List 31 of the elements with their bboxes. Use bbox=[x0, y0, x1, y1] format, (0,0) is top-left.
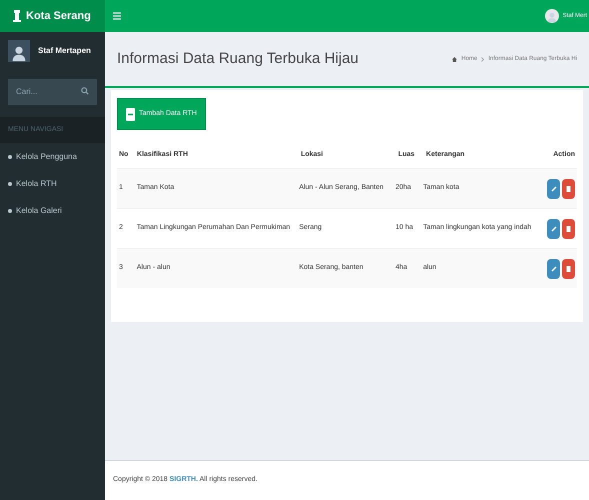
pencil-icon bbox=[550, 266, 556, 272]
delete-button[interactable] bbox=[562, 218, 575, 238]
edit-button[interactable] bbox=[547, 178, 560, 198]
trash-icon bbox=[566, 265, 571, 272]
bullet-icon bbox=[8, 154, 12, 158]
chevron-icon bbox=[481, 56, 484, 62]
search-icon[interactable] bbox=[81, 87, 89, 95]
delete-button[interactable] bbox=[562, 178, 575, 198]
bullet-icon bbox=[8, 182, 12, 186]
brand-name[interactable]: Kota Serang bbox=[26, 8, 91, 24]
home-icon bbox=[452, 56, 458, 62]
document-icon bbox=[126, 108, 135, 120]
building-icon bbox=[12, 10, 22, 22]
menu-item[interactable]: Kelola Pengguna bbox=[0, 143, 105, 170]
user-name: Staf Mertapen bbox=[38, 45, 91, 57]
pencil-icon bbox=[550, 226, 556, 232]
menu-item[interactable]: Kelola Galeri bbox=[0, 197, 105, 224]
menu-icon[interactable] bbox=[113, 12, 121, 20]
user-icon bbox=[546, 11, 558, 23]
trash-icon bbox=[566, 185, 571, 192]
menu-item[interactable]: Kelola RTH bbox=[0, 170, 105, 197]
user-icon bbox=[10, 44, 28, 62]
top-avatar[interactable] bbox=[544, 9, 559, 23]
bullet-icon bbox=[8, 208, 12, 212]
edit-button[interactable] bbox=[547, 258, 560, 278]
delete-button[interactable] bbox=[562, 258, 575, 278]
edit-button[interactable] bbox=[547, 218, 560, 238]
page-title: Informasi Data Ruang Terbuka Hijau bbox=[117, 48, 359, 69]
search-field[interactable]: Cari... bbox=[8, 78, 97, 104]
pencil-icon bbox=[550, 186, 556, 192]
trash-icon bbox=[566, 225, 571, 232]
